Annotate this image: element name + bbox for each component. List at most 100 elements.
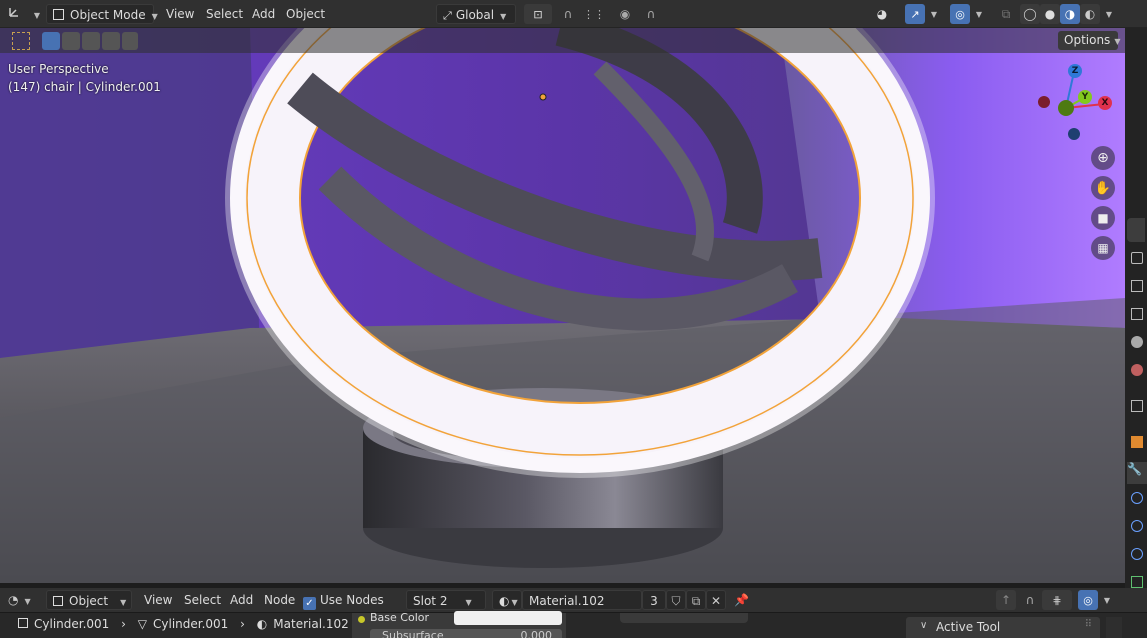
collection-tab-icon[interactable] xyxy=(1131,400,1143,412)
chevron-down-icon: ▼ xyxy=(500,12,507,21)
node-overlay-toggle[interactable]: ◎ xyxy=(1078,590,1098,610)
falloff-button[interactable]: ∩ xyxy=(636,4,666,24)
pivot-point-button[interactable]: ⊡ xyxy=(524,4,552,24)
subsurface-field[interactable]: Subsurface 0.000 xyxy=(370,629,562,638)
transform-orientation-dropdown[interactable]: ⤢ Global ▼ xyxy=(436,4,516,24)
camera-view-button[interactable]: ■ xyxy=(1091,206,1115,230)
arrow-up-icon: ↑ xyxy=(1000,593,1012,607)
axis-z-handle[interactable]: Z xyxy=(1068,64,1082,78)
node-mode-dropdown[interactable]: Object ▼ xyxy=(46,590,132,610)
shield-icon: ⛉ xyxy=(671,594,681,608)
shading-rendered[interactable]: ◐ xyxy=(1080,4,1100,24)
selection-mode-extend-button[interactable] xyxy=(62,32,80,50)
physics-tab-icon[interactable] xyxy=(1131,520,1143,532)
shading-material[interactable]: ◑ xyxy=(1060,4,1080,24)
navigation-gizmo[interactable]: Z Y X xyxy=(1034,60,1118,144)
menu-add[interactable]: Add xyxy=(252,4,275,24)
render-tab-icon[interactable] xyxy=(1131,252,1143,264)
overlay-dropdown[interactable]: ▼ xyxy=(972,4,986,24)
axis-x-handle[interactable]: X xyxy=(1098,96,1112,110)
snap-toggle[interactable]: ∩ xyxy=(558,4,578,24)
editor-type-button[interactable]: ▼ xyxy=(8,4,40,24)
node-menu-add[interactable]: Add xyxy=(230,590,253,610)
constraints-tab-icon[interactable] xyxy=(1131,548,1143,560)
slot-dropdown[interactable]: Slot 2 ▼ xyxy=(406,590,486,610)
chevron-down-icon: ▼ xyxy=(24,597,31,606)
chevron-right-icon: › xyxy=(240,617,245,631)
object-mode-icon xyxy=(53,9,64,20)
tool-header: Options ▼ xyxy=(0,28,1125,53)
shading-dropdown[interactable]: ▼ xyxy=(1102,4,1116,24)
chevron-down-icon: ▼ xyxy=(930,9,938,19)
options-dropdown[interactable]: Options ▼ xyxy=(1058,31,1120,50)
mode-dropdown[interactable]: Object Mode ▼ xyxy=(46,4,158,24)
sidebar-tab[interactable] xyxy=(1106,617,1122,638)
xray-icon: ⧉ xyxy=(1001,6,1011,21)
object-tab-icon[interactable] xyxy=(1131,436,1143,448)
use-nodes-checkbox[interactable]: ✓ Use Nodes xyxy=(303,590,384,610)
snap-target-button[interactable]: ⋮⋮ xyxy=(580,4,608,24)
node-menu-node[interactable]: Node xyxy=(264,590,295,610)
select-tool-icon[interactable] xyxy=(12,32,30,50)
viewport-header: ▼ Object Mode ▼ View Select Add Object ⤢ G… xyxy=(0,0,1147,28)
orientation-icon: ⤢ xyxy=(443,9,452,22)
shading-wireframe[interactable]: ◯ xyxy=(1020,4,1040,24)
3d-viewport[interactable]: Options ▼ User Perspective (147) chair | … xyxy=(0,28,1125,583)
parent-node-tree-button[interactable]: ↑ xyxy=(996,590,1016,610)
proportional-edit-toggle[interactable]: ◉ xyxy=(616,4,634,24)
material-name-field[interactable]: Material.102 xyxy=(522,590,642,610)
selection-mode-invert-button[interactable] xyxy=(102,32,120,50)
principled-bsdf-node[interactable]: Base Color Subsurface 0.000 xyxy=(352,611,566,638)
node-editor-type-button[interactable]: ◔ ▼ xyxy=(8,590,31,610)
zoom-button[interactable]: ⊕ xyxy=(1091,146,1115,170)
material-user-count[interactable]: 3 xyxy=(642,590,666,610)
node-menu-view[interactable]: View xyxy=(144,590,172,610)
snap-grid-icon: ⋮⋮ xyxy=(583,7,605,21)
particles-tab-icon[interactable] xyxy=(1131,492,1143,504)
tool-tab[interactable] xyxy=(1127,218,1145,242)
menu-select[interactable]: Select xyxy=(206,4,243,24)
visibility-button[interactable]: ◕ xyxy=(868,4,896,24)
chevron-down-icon: ▼ xyxy=(151,12,158,21)
active-object-label: (147) chair | Cylinder.001 xyxy=(8,80,161,94)
selection-mode-intersect-button[interactable] xyxy=(122,32,138,50)
properties-tab-strip: 🔧 xyxy=(1125,28,1147,638)
material-browse-button[interactable]: ◐ ▼ xyxy=(492,590,522,610)
view-layer-tab-icon[interactable] xyxy=(1131,308,1143,320)
overlay-toggle[interactable]: ◎ xyxy=(950,4,970,24)
perspective-toggle-button[interactable]: ▦ xyxy=(1091,236,1115,260)
node-snap-toggle[interactable]: ∩ xyxy=(1020,590,1040,610)
pan-button[interactable]: ✋ xyxy=(1091,176,1115,200)
selection-mode-new-button[interactable] xyxy=(42,32,60,50)
overlay-icon: ◎ xyxy=(955,7,965,21)
menu-view[interactable]: View xyxy=(166,4,194,24)
xray-toggle[interactable]: ⧉ xyxy=(996,4,1016,24)
node-overlay-dropdown[interactable]: ▼ xyxy=(1100,590,1114,610)
chevron-down-icon: ▼ xyxy=(511,598,518,607)
unlink-material-button[interactable]: ✕ xyxy=(706,590,726,610)
axis-y-handle[interactable]: Y xyxy=(1078,90,1092,104)
duplicate-material-button[interactable]: ⧉ xyxy=(686,590,706,610)
node-menu-select[interactable]: Select xyxy=(184,590,221,610)
drag-handle-icon[interactable]: ⠿ xyxy=(1085,619,1092,630)
chevron-down-icon: ▼ xyxy=(120,598,127,607)
shading-solid[interactable]: ● xyxy=(1040,4,1060,24)
world-tab-icon[interactable] xyxy=(1131,364,1143,376)
menu-object[interactable]: Object xyxy=(286,4,325,24)
scene-tab-icon[interactable] xyxy=(1131,336,1143,348)
pin-button[interactable]: 📌 xyxy=(734,590,749,610)
base-color-swatch[interactable] xyxy=(454,611,562,625)
fake-user-button[interactable]: ⛉ xyxy=(666,590,686,610)
view-perspective-label: User Perspective xyxy=(8,62,109,76)
output-tab-icon[interactable] xyxy=(1131,280,1143,292)
active-tool-panel[interactable]: ∨ Active Tool ⠿ xyxy=(906,617,1100,638)
data-tab-icon[interactable] xyxy=(1131,576,1143,588)
breadcrumb-mesh: Cylinder.001 xyxy=(153,617,229,631)
chevron-down-icon: ▼ xyxy=(975,9,983,19)
selection-mode-subtract-button[interactable] xyxy=(82,32,100,50)
object-icon xyxy=(18,618,28,628)
modifier-tab[interactable]: 🔧 xyxy=(1127,462,1147,484)
gizmo-toggle[interactable]: ↗ xyxy=(905,4,925,24)
gizmo-dropdown[interactable]: ▼ xyxy=(927,4,941,24)
node-snap-target[interactable]: ⋕ xyxy=(1042,590,1072,610)
